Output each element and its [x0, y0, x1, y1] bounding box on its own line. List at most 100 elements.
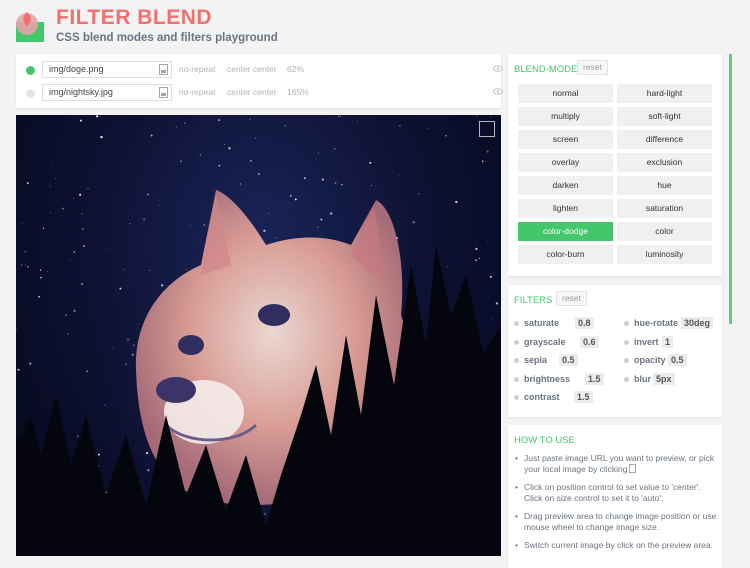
blend-mode-color-button[interactable]: color: [617, 222, 712, 241]
star: [179, 160, 182, 163]
star: [52, 162, 54, 164]
star: [412, 221, 415, 224]
filter-toggle-dot[interactable]: [514, 376, 519, 382]
blend-mode-exclusion-button[interactable]: exclusion: [617, 153, 712, 172]
star: [330, 212, 333, 215]
filter-toggle-dot[interactable]: [624, 321, 629, 326]
repeat-control[interactable]: no-repeat: [179, 87, 215, 97]
file-picker-icon[interactable]: [159, 64, 168, 75]
layer-active-dot[interactable]: [26, 66, 35, 75]
star: [55, 177, 57, 179]
star: [129, 222, 131, 225]
blend-mode-normal-button[interactable]: normal: [518, 84, 613, 103]
blend-reset-button[interactable]: reset: [577, 60, 608, 75]
file-picker-icon[interactable]: [629, 464, 637, 473]
star: [316, 177, 317, 179]
star: [42, 227, 45, 229]
blend-mode-multiply-button[interactable]: multiply: [518, 107, 613, 126]
star: [455, 200, 458, 204]
blend-mode-soft-light-button[interactable]: soft-light: [617, 107, 712, 126]
blend-mode-difference-button[interactable]: difference: [617, 130, 712, 149]
filter-value[interactable]: 1: [662, 335, 674, 348]
star: [147, 193, 150, 196]
blend-mode-darken-button[interactable]: darken: [518, 176, 613, 195]
blend-mode-saturation-button[interactable]: saturation: [617, 199, 712, 218]
filter-value[interactable]: 30deg: [681, 317, 714, 329]
filters-title: FILTERS: [514, 295, 553, 306]
filters-reset-button[interactable]: reset: [556, 291, 587, 306]
star: [72, 198, 75, 200]
star: [478, 257, 480, 259]
blend-mode-lighten-button[interactable]: lighten: [518, 199, 613, 218]
blend-mode-color-burn-button[interactable]: color-burn: [518, 245, 613, 264]
star: [16, 329, 17, 331]
filter-blend-logo[interactable]: [14, 8, 50, 44]
layer-url-field[interactable]: img/doge.png: [42, 61, 172, 78]
blend-mode-color-dodge-button[interactable]: color-dodge: [518, 222, 613, 241]
app-title: FILTER BLEND: [56, 6, 213, 29]
fullscreen-icon[interactable]: [479, 121, 495, 137]
blend-mode-luminosity-button[interactable]: luminosity: [617, 245, 712, 264]
visibility-icon[interactable]: [493, 65, 503, 72]
filter-value[interactable]: 0.8: [575, 317, 594, 329]
star: [224, 144, 225, 145]
blend-mode-screen-button[interactable]: screen: [518, 130, 613, 149]
how-to-use-title: HOW TO USE: [514, 435, 575, 446]
star: [70, 259, 72, 261]
file-picker-icon[interactable]: [159, 87, 168, 98]
star: [239, 183, 242, 185]
filter-toggle-dot[interactable]: [514, 339, 519, 345]
star: [184, 122, 186, 124]
star: [490, 116, 492, 118]
star: [158, 205, 160, 206]
how-to-use-item: Click on position control to set value t…: [514, 482, 718, 504]
size-control[interactable]: 62%: [287, 64, 304, 74]
blend-mode-overlay-button[interactable]: overlay: [518, 153, 613, 172]
layer-row[interactable]: img/nightsky.jpg no-repeat center center…: [16, 82, 503, 104]
scrollbar[interactable]: [729, 54, 732, 324]
star: [399, 125, 401, 127]
star: [119, 287, 122, 290]
filter-value[interactable]: 5px: [653, 372, 675, 385]
star: [489, 275, 492, 278]
star: [320, 218, 323, 221]
filter-value[interactable]: 1.5: [574, 391, 593, 403]
visibility-icon[interactable]: [493, 88, 503, 95]
position-control[interactable]: center center: [227, 87, 277, 97]
star: [79, 193, 82, 196]
star: [143, 218, 146, 221]
star: [250, 160, 252, 162]
filter-toggle-dot[interactable]: [514, 395, 519, 400]
position-control[interactable]: center center: [227, 64, 277, 74]
layer-row[interactable]: img/doge.png no-repeat center center 62%: [16, 59, 503, 81]
filter-value[interactable]: 0.6: [580, 335, 599, 348]
star: [228, 147, 231, 150]
star: [488, 192, 490, 194]
star: [218, 119, 220, 121]
repeat-control[interactable]: no-repeat: [179, 64, 215, 74]
preview-area[interactable]: [16, 115, 501, 556]
filter-name: opacity: [634, 355, 666, 365]
layer-inactive-dot[interactable]: [26, 89, 35, 98]
star: [65, 314, 68, 316]
star: [294, 198, 297, 201]
layer-url-field[interactable]: img/nightsky.jpg: [42, 84, 172, 101]
star: [38, 295, 41, 298]
filter-value[interactable]: 1.5: [585, 372, 604, 385]
filter-toggle-dot[interactable]: [514, 358, 519, 363]
star: [334, 148, 336, 150]
blend-mode-hue-button[interactable]: hue: [617, 176, 712, 195]
size-control[interactable]: 165%: [287, 87, 309, 97]
star: [106, 248, 107, 250]
filter-toggle-dot[interactable]: [624, 376, 629, 382]
filter-toggle-dot[interactable]: [624, 339, 629, 345]
filter-value[interactable]: 0.5: [668, 354, 687, 366]
star: [284, 125, 286, 127]
star: [341, 183, 343, 186]
filter-toggle-dot[interactable]: [624, 358, 629, 363]
star: [97, 131, 99, 132]
star: [257, 172, 260, 176]
filter-value[interactable]: 0.5: [559, 354, 578, 366]
blend-mode-hard-light-button[interactable]: hard-light: [617, 84, 712, 103]
filter-toggle-dot[interactable]: [514, 321, 519, 326]
